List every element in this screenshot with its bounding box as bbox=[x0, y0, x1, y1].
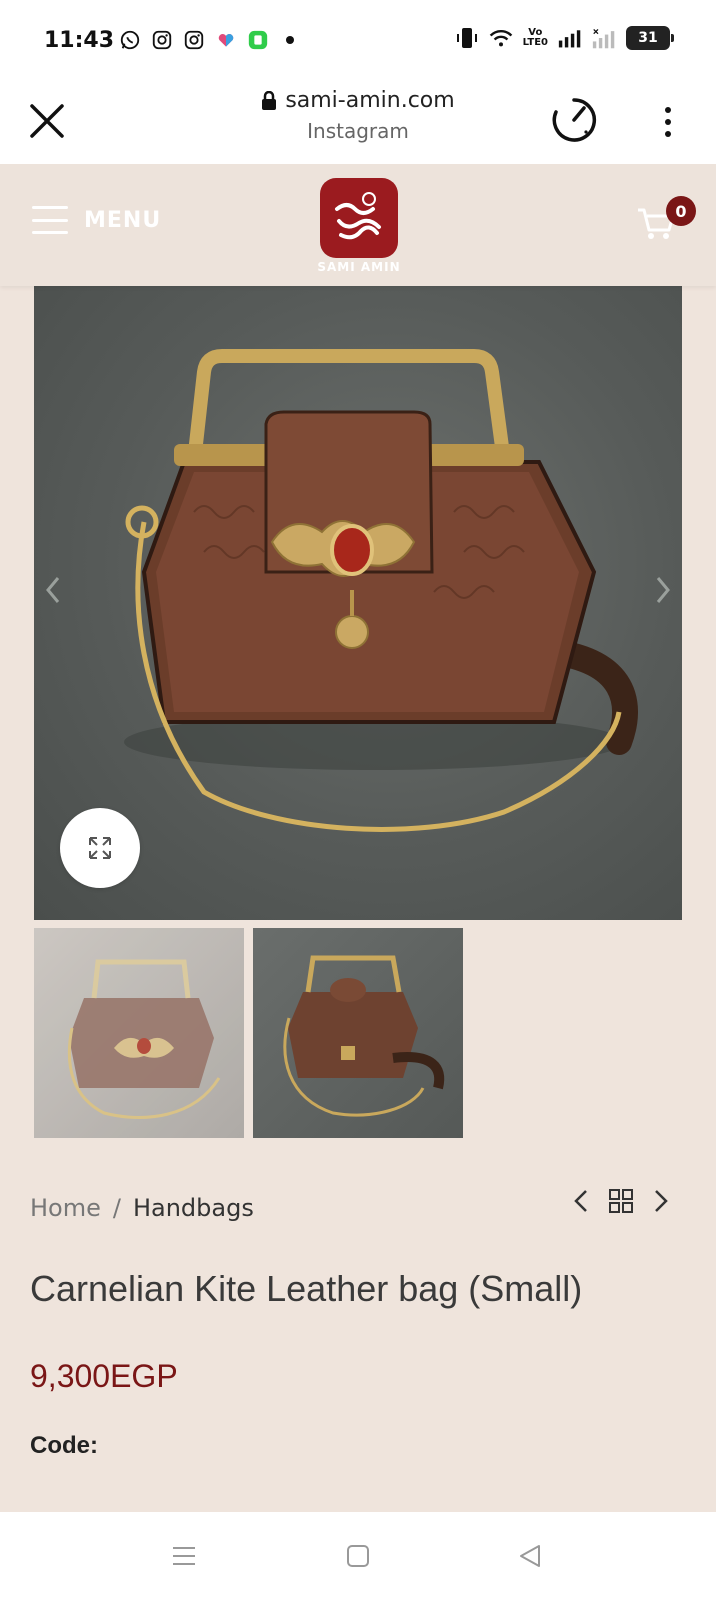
heart-app-icon bbox=[214, 28, 238, 52]
logo-mark bbox=[335, 192, 381, 240]
menu-button[interactable]: MENU bbox=[32, 206, 161, 234]
chevron-right-icon bbox=[656, 577, 670, 603]
vibrate-icon bbox=[455, 26, 479, 50]
menu-label: MENU bbox=[84, 207, 162, 233]
system-icons: Vo LTE0 31 bbox=[455, 26, 674, 50]
recent-apps-button[interactable] bbox=[164, 1536, 204, 1576]
logo-caption: SAMI AMIN bbox=[317, 260, 401, 274]
product-title: Carnelian Kite Leather bag (Small) bbox=[30, 1268, 583, 1309]
chevron-left-icon bbox=[574, 1190, 587, 1212]
cart-count-badge: 0 bbox=[666, 196, 696, 226]
square-home-icon bbox=[347, 1545, 369, 1567]
instagram-icon-2 bbox=[182, 28, 206, 52]
signal-no-service-icon bbox=[592, 26, 616, 50]
breadcrumb-home-link[interactable]: Home bbox=[30, 1194, 101, 1222]
notification-icons bbox=[118, 28, 302, 52]
more-notifications-dot-icon bbox=[278, 28, 302, 52]
close-button[interactable] bbox=[24, 98, 70, 144]
product-main-image[interactable] bbox=[34, 272, 682, 920]
product-thumbnail-2[interactable] bbox=[253, 928, 463, 1138]
breadcrumb-separator: / bbox=[112, 1194, 121, 1222]
whatsapp-icon bbox=[118, 28, 142, 52]
url-domain: sami-amin.com bbox=[285, 88, 455, 113]
timer-button[interactable] bbox=[548, 94, 600, 146]
more-options-button[interactable] bbox=[650, 98, 686, 146]
fullscreen-button[interactable] bbox=[60, 808, 140, 888]
home-button[interactable] bbox=[338, 1536, 378, 1576]
thumbnail-bag-image bbox=[67, 959, 221, 1119]
battery-icon: 31 bbox=[626, 26, 674, 50]
back-triangle-icon bbox=[520, 1545, 540, 1567]
previous-image-button[interactable] bbox=[38, 570, 68, 610]
next-image-button[interactable] bbox=[648, 570, 678, 610]
instagram-icon bbox=[150, 28, 174, 52]
status-time: 11:43 bbox=[44, 28, 115, 53]
url-source: Instagram bbox=[307, 119, 409, 143]
more-dot-icon bbox=[665, 131, 671, 137]
back-button[interactable] bbox=[510, 1536, 550, 1576]
product-pager bbox=[572, 1188, 670, 1214]
hamburger-icon bbox=[32, 206, 68, 234]
site-header: MENU SAMI AMIN 0 bbox=[0, 164, 716, 286]
browser-toolbar: sami-amin.com Instagram bbox=[0, 80, 716, 164]
chevron-right-icon bbox=[655, 1190, 668, 1212]
grid-icon bbox=[609, 1189, 633, 1213]
previous-product-button[interactable] bbox=[572, 1188, 590, 1214]
breadcrumb: Home / Handbags bbox=[30, 1194, 254, 1222]
timer-icon bbox=[552, 98, 597, 142]
more-dot-icon bbox=[665, 119, 671, 125]
expand-icon bbox=[89, 837, 111, 859]
wifi-icon bbox=[489, 26, 513, 50]
thumbnail-bag-back-image bbox=[283, 955, 445, 1117]
lock-icon bbox=[262, 90, 277, 110]
signal-icon bbox=[558, 26, 582, 50]
volte-indicator: Vo LTE0 bbox=[522, 27, 548, 48]
product-price: 9,300EGP bbox=[30, 1358, 178, 1394]
url-display[interactable]: sami-amin.com Instagram bbox=[160, 88, 556, 143]
product-code-label: Code: bbox=[30, 1432, 98, 1459]
site-logo[interactable] bbox=[320, 178, 398, 258]
green-app-icon bbox=[246, 28, 270, 52]
menu-lines-icon bbox=[173, 1547, 195, 1565]
next-product-button[interactable] bbox=[652, 1188, 670, 1214]
breadcrumb-category-link[interactable]: Handbags bbox=[133, 1194, 254, 1222]
grid-view-button[interactable] bbox=[608, 1188, 634, 1214]
more-dot-icon bbox=[665, 107, 671, 113]
chevron-left-icon bbox=[46, 577, 60, 603]
close-icon bbox=[30, 104, 64, 138]
status-bar: 11:43 Vo LTE0 31 bbox=[0, 0, 716, 80]
product-thumbnail-1[interactable] bbox=[34, 928, 244, 1138]
web-page: MENU SAMI AMIN 0 Home / Handbags Carneli… bbox=[0, 164, 716, 1512]
system-navigation-bar bbox=[0, 1512, 716, 1600]
